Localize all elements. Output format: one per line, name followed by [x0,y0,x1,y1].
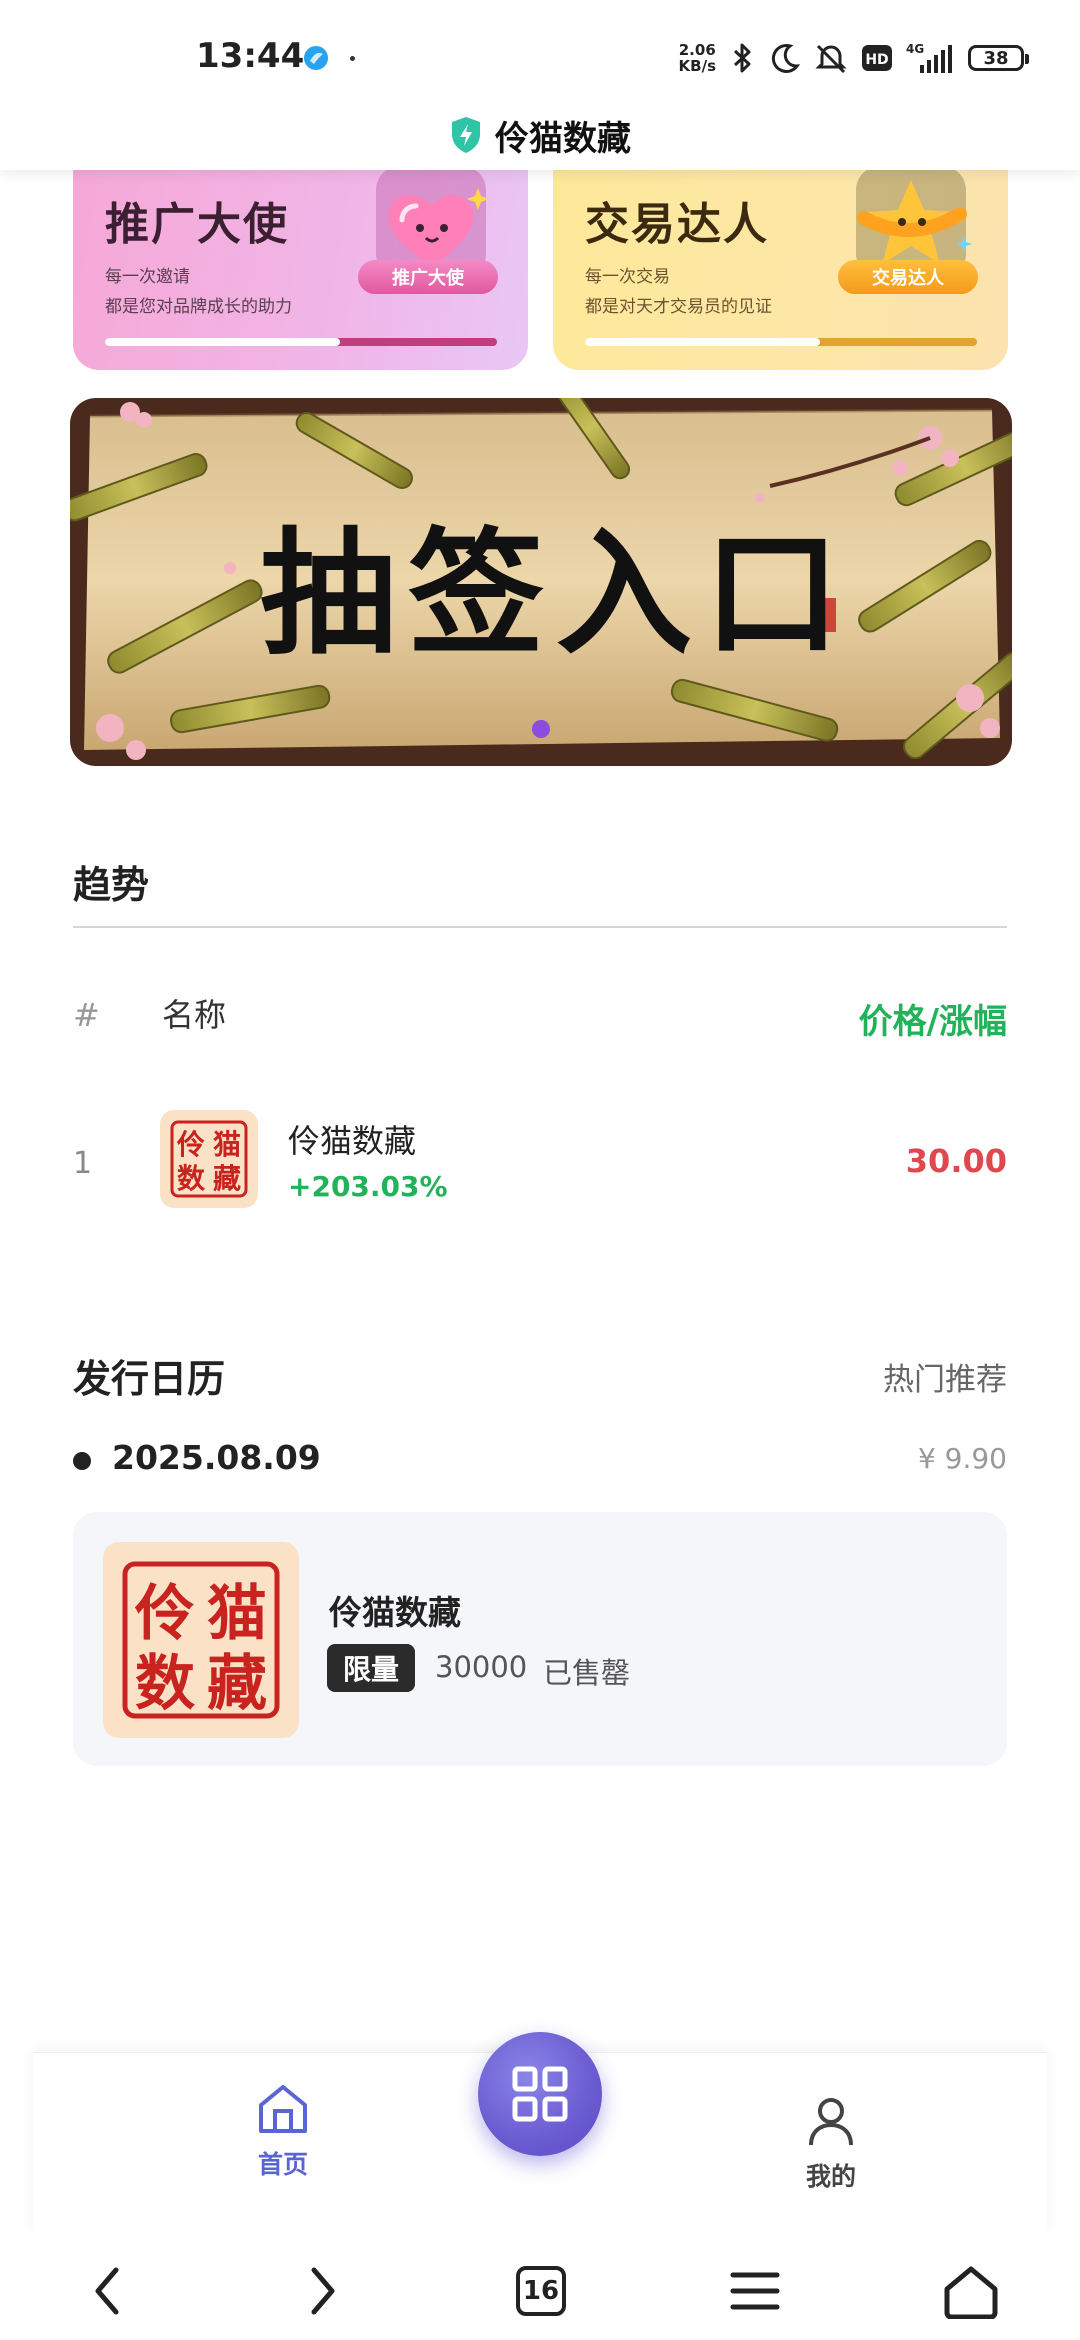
tab-mine[interactable]: 我的 [761,2093,901,2193]
tab-mine-label: 我的 [805,2162,856,2191]
svg-text:猫: 猫 [213,1128,241,1161]
status-time: 13:44 [196,36,305,76]
system-nav-bar: 16 [0,2236,1080,2340]
promo-progress-fill [105,338,341,346]
app-screen: 13:44 2.06 KB/s HD 4G 38 伶猫数藏 推广大使 推广大使 … [0,0,1080,2340]
svg-text:藏: 藏 [213,1162,241,1195]
menu-icon [730,2272,780,2310]
collection-thumbnail: 伶 猫 数 藏 [160,1110,258,1208]
calendar-section-title: 发行日历 [73,1357,226,1401]
svg-text:藏: 藏 [207,1649,267,1719]
shield-bolt-icon [452,117,480,153]
banner-title: 抽签入口 [260,513,852,674]
carousel-indicator [532,720,550,738]
sold-out-status: 已售罄 [543,1656,631,1690]
timeline-dot [73,1452,91,1470]
section-divider [73,926,1007,928]
seal-logo: 伶 猫 数 藏 [170,1120,248,1198]
apps-grid-button[interactable] [478,2032,602,2156]
limited-badge: 限量 [327,1644,416,1692]
nav-home-button[interactable] [936,2256,1006,2326]
promo-card-ambassador[interactable]: 推广大使 推广大使 每一次邀请 都是您对品牌成长的助力 [73,158,528,370]
nav-tabs-button[interactable]: 16 [506,2256,576,2326]
release-price: ¥ 9.90 [917,1442,1007,1475]
lottery-banner[interactable]: 抽签入口 [70,398,1012,766]
promo-subtitle: 每一次邀请 [105,267,190,287]
hd-icon: HD [862,45,892,71]
release-date: 2025.08.09 [112,1438,321,1477]
promo-progress-fill [585,338,821,346]
seal-logo: 伶 猫 数 藏 [122,1561,280,1719]
svg-text:数: 数 [177,1162,206,1195]
release-quantity: 30000 [435,1650,528,1684]
chevron-right-icon [311,2267,335,2315]
home-outline-icon [944,2266,998,2319]
trend-section-title: 趋势 [73,863,150,907]
promo-progress-bar [105,338,497,346]
svg-text:HD: HD [865,52,888,68]
svg-text:伶: 伶 [134,1579,195,1649]
home-icon [259,2085,307,2133]
svg-text:猫: 猫 [207,1579,267,1649]
trend-row-rank: 1 [73,1146,93,1181]
promo-progress-bar [585,338,977,346]
status-more-dot [350,56,355,61]
release-card[interactable]: 伶 猫 数 藏 伶猫数藏 限量 30000 已售罄 [73,1512,1007,1766]
grid-icon [512,2066,568,2122]
release-name: 伶猫数藏 [329,1593,461,1632]
promo-card-trader[interactable]: 交易达人 交易达人 每一次交易 都是对天才交易员的见证 [553,158,1008,370]
promo-description: 都是对天才交易员的见证 [585,297,772,317]
promo-description: 都是您对品牌成长的助力 [105,297,292,317]
tab-home-label: 首页 [257,2150,308,2179]
nav-menu-button[interactable] [720,2256,790,2326]
notification-app-icon [304,46,328,70]
moon-icon [771,44,800,73]
svg-text:伶: 伶 [176,1128,205,1161]
battery-indicator: 38 [968,45,1029,71]
mute-icon [815,44,847,74]
signal-icon: 4G [906,42,952,73]
trend-row-price: 30.00 [905,1142,1007,1180]
network-speed: 2.06 KB/s [678,41,716,75]
svg-text:4G: 4G [906,42,924,56]
release-thumbnail: 伶 猫 数 藏 [103,1542,299,1738]
page-title: 伶猫数藏 [495,118,631,159]
promo-title: 交易达人 [585,199,769,250]
tabs-count: 16 [516,2266,566,2316]
promo-title: 推广大使 [105,199,289,250]
promo-badge-label: 交易达人 [838,260,978,294]
trend-row-change: +203.03% [288,1170,448,1203]
user-icon [809,2098,853,2146]
app-header: 伶猫数藏 [0,100,1080,170]
trend-col-rank: # [73,996,100,1034]
tab-home[interactable]: 首页 [213,2081,353,2181]
promo-subtitle: 每一次交易 [585,267,670,287]
chevron-left-icon [95,2267,119,2315]
status-right-icons: 2.06 KB/s HD 4G 38 [678,38,1029,78]
hot-recommend-link[interactable]: 热门推荐 [883,1354,1007,1399]
trend-col-price: 价格/涨幅 [858,1002,1007,1042]
bluetooth-icon [733,43,751,73]
trend-col-name: 名称 [162,996,227,1034]
svg-text:数: 数 [135,1649,195,1719]
trend-row-name: 伶猫数藏 [288,1122,417,1160]
nav-back-button[interactable] [72,2256,142,2326]
promo-badge-label: 推广大使 [358,260,498,294]
nav-forward-button[interactable] [288,2256,358,2326]
